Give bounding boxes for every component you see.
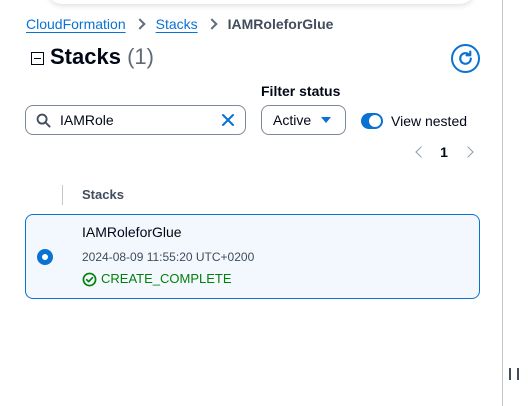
caret-down-icon — [321, 117, 331, 123]
stack-name: IAMRoleforGlue — [82, 224, 182, 240]
stack-created-time: 2024-08-09 11:55:20 UTC+0200 — [82, 250, 255, 264]
chevron-right-icon — [205, 18, 218, 30]
filter-status-value: Active — [273, 112, 312, 128]
page-title: Stacks (1) — [50, 43, 154, 71]
success-check-icon — [82, 272, 97, 286]
panel-divider — [502, 0, 503, 406]
stack-status: CREATE_COMPLETE — [82, 271, 232, 287]
view-nested-toggle[interactable] — [361, 113, 383, 129]
chevron-right-icon[interactable] — [459, 142, 479, 162]
top-card-edge — [48, 0, 474, 4]
breadcrumb: CloudFormation Stacks IAMRoleforGlue — [26, 15, 333, 33]
row-radio-button[interactable] — [37, 249, 53, 265]
refresh-button[interactable] — [451, 44, 480, 73]
breadcrumb-cloudformation[interactable]: CloudFormation — [26, 16, 126, 32]
collapse-icon[interactable] — [31, 52, 44, 65]
toggle-knob — [369, 115, 381, 127]
breadcrumb-stacks[interactable]: Stacks — [156, 16, 198, 32]
page-number[interactable]: 1 — [429, 144, 459, 160]
drag-handle-icon[interactable] — [509, 368, 519, 381]
clear-icon[interactable] — [220, 112, 236, 128]
filter-status-label: Filter status — [261, 83, 341, 99]
chevron-left-icon[interactable] — [409, 142, 429, 162]
column-divider — [62, 185, 63, 205]
column-header-stacks: Stacks — [82, 187, 124, 202]
search-icon — [26, 106, 60, 134]
pagination: 1 — [409, 142, 479, 162]
stack-count: (1) — [127, 44, 154, 69]
stack-row[interactable]: IAMRoleforGlue 2024-08-09 11:55:20 UTC+0… — [25, 214, 480, 299]
search-field[interactable] — [25, 105, 246, 135]
view-nested-label: View nested — [391, 113, 468, 129]
refresh-icon — [459, 50, 472, 65]
filter-status-select[interactable]: Active — [261, 105, 346, 135]
chevron-right-icon — [133, 18, 146, 30]
page-title-text: Stacks — [50, 44, 121, 69]
search-input[interactable] — [60, 108, 210, 132]
stack-status-text: CREATE_COMPLETE — [101, 271, 232, 286]
breadcrumb-current: IAMRoleforGlue — [227, 16, 334, 32]
